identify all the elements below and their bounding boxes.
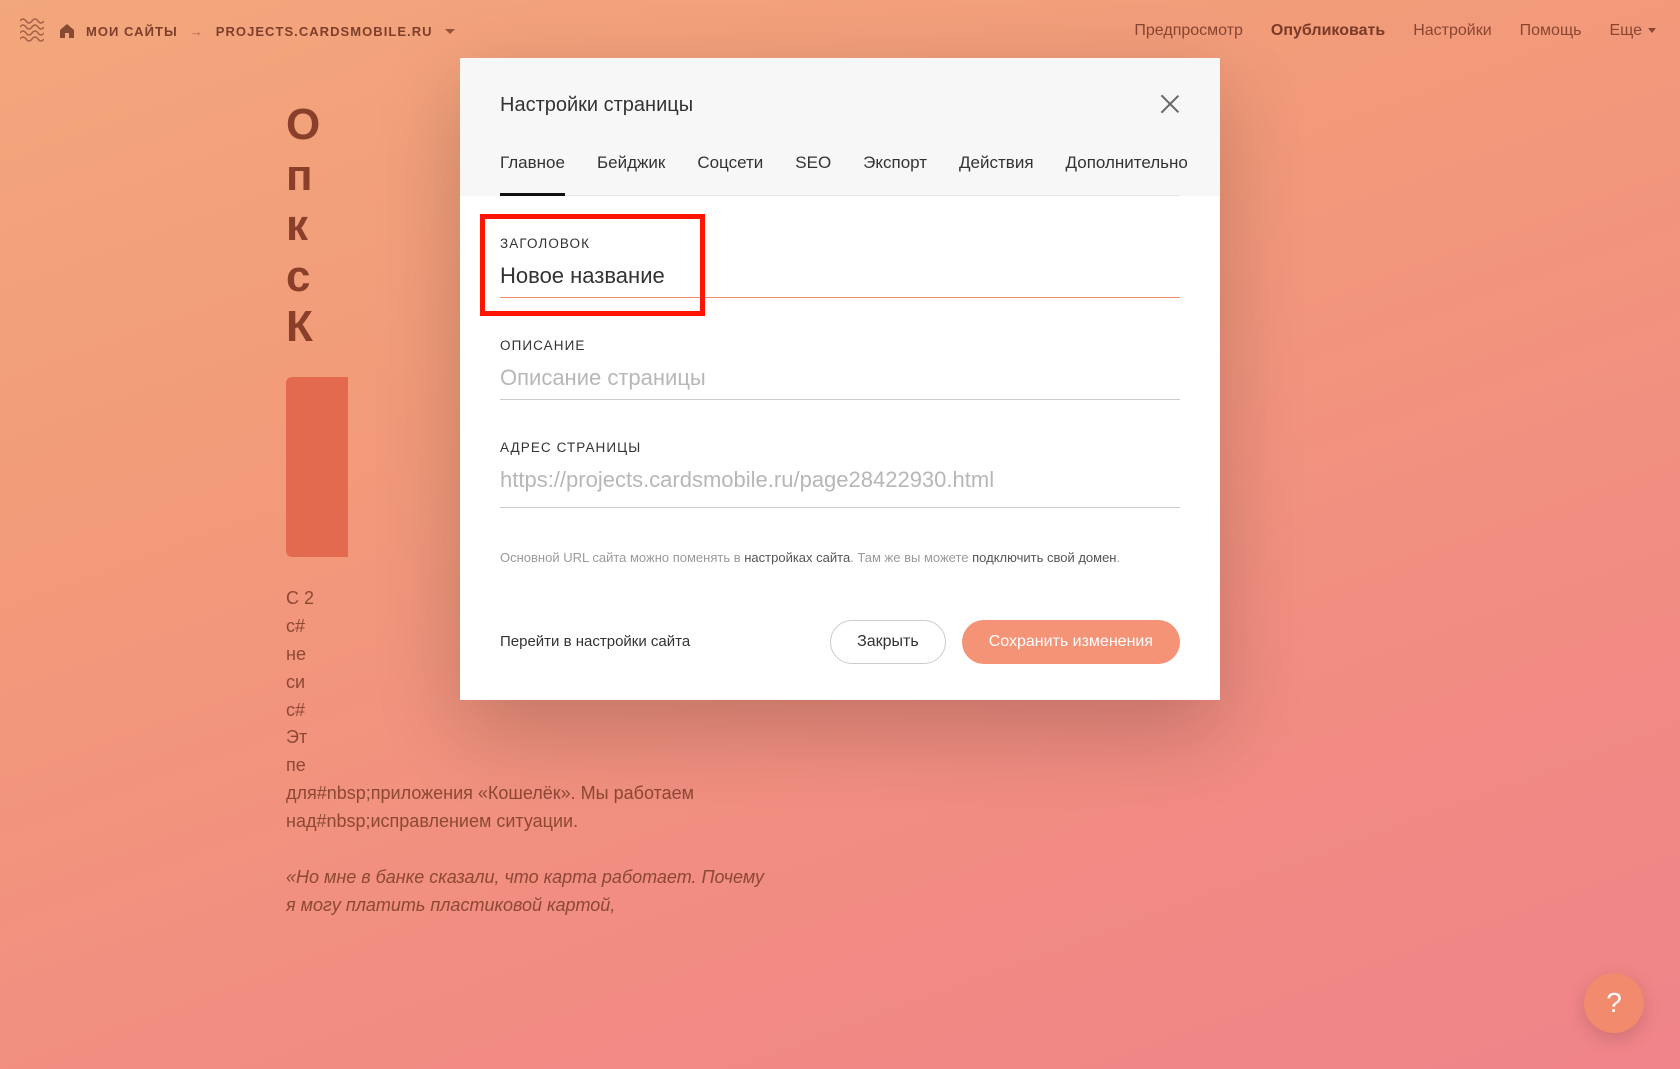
close-icon[interactable] <box>1156 90 1184 118</box>
description-input[interactable] <box>500 361 1180 400</box>
modal-tabs: Главное Бейджик Соцсети SEO Экспорт Дейс… <box>500 153 1180 196</box>
url-hint: Основной URL сайта можно поменять в наст… <box>500 548 1180 568</box>
go-to-site-settings-link[interactable]: Перейти в настройки сайта <box>500 633 690 650</box>
close-button[interactable]: Закрыть <box>830 620 946 664</box>
hint-link-domain[interactable]: подключить свой домен <box>972 550 1116 565</box>
tab-badge[interactable]: Бейджик <box>597 153 665 195</box>
modal-title: Настройки страницы <box>500 94 1180 117</box>
tab-advanced[interactable]: Дополнительно <box>1066 153 1188 195</box>
modal-footer: Перейти в настройки сайта Закрыть Сохран… <box>460 592 1220 700</box>
modal-body: ЗАГОЛОВОК ОПИСАНИЕ АДРЕС СТРАНИЦЫ https:… <box>460 196 1220 592</box>
field-description-label: ОПИСАНИЕ <box>500 338 1180 353</box>
tab-social[interactable]: Соцсети <box>697 153 763 195</box>
field-url-label: АДРЕС СТРАНИЦЫ <box>500 440 1180 455</box>
tab-seo[interactable]: SEO <box>795 153 831 195</box>
page-settings-modal: Настройки страницы Главное Бейджик Соцсе… <box>460 58 1220 700</box>
help-fab-button[interactable]: ? <box>1584 973 1644 1033</box>
modal-overlay: Настройки страницы Главное Бейджик Соцсе… <box>0 0 1680 1069</box>
tab-actions[interactable]: Действия <box>959 153 1033 195</box>
field-title-label: ЗАГОЛОВОК <box>500 236 1180 251</box>
title-input[interactable] <box>500 259 1180 298</box>
tab-main[interactable]: Главное <box>500 153 565 196</box>
tab-export[interactable]: Экспорт <box>863 153 927 195</box>
field-url: АДРЕС СТРАНИЦЫ https://projects.cardsmob… <box>500 440 1180 508</box>
help-icon: ? <box>1606 987 1622 1019</box>
field-description: ОПИСАНИЕ <box>500 338 1180 400</box>
field-title: ЗАГОЛОВОК <box>500 236 1180 298</box>
save-button[interactable]: Сохранить изменения <box>962 620 1180 664</box>
hint-link-site-settings[interactable]: настройках сайта <box>744 550 850 565</box>
url-input[interactable] <box>800 463 1180 501</box>
url-prefix: https://projects.cardsmobile.ru/ <box>500 467 800 493</box>
modal-header: Настройки страницы Главное Бейджик Соцсе… <box>460 58 1220 196</box>
